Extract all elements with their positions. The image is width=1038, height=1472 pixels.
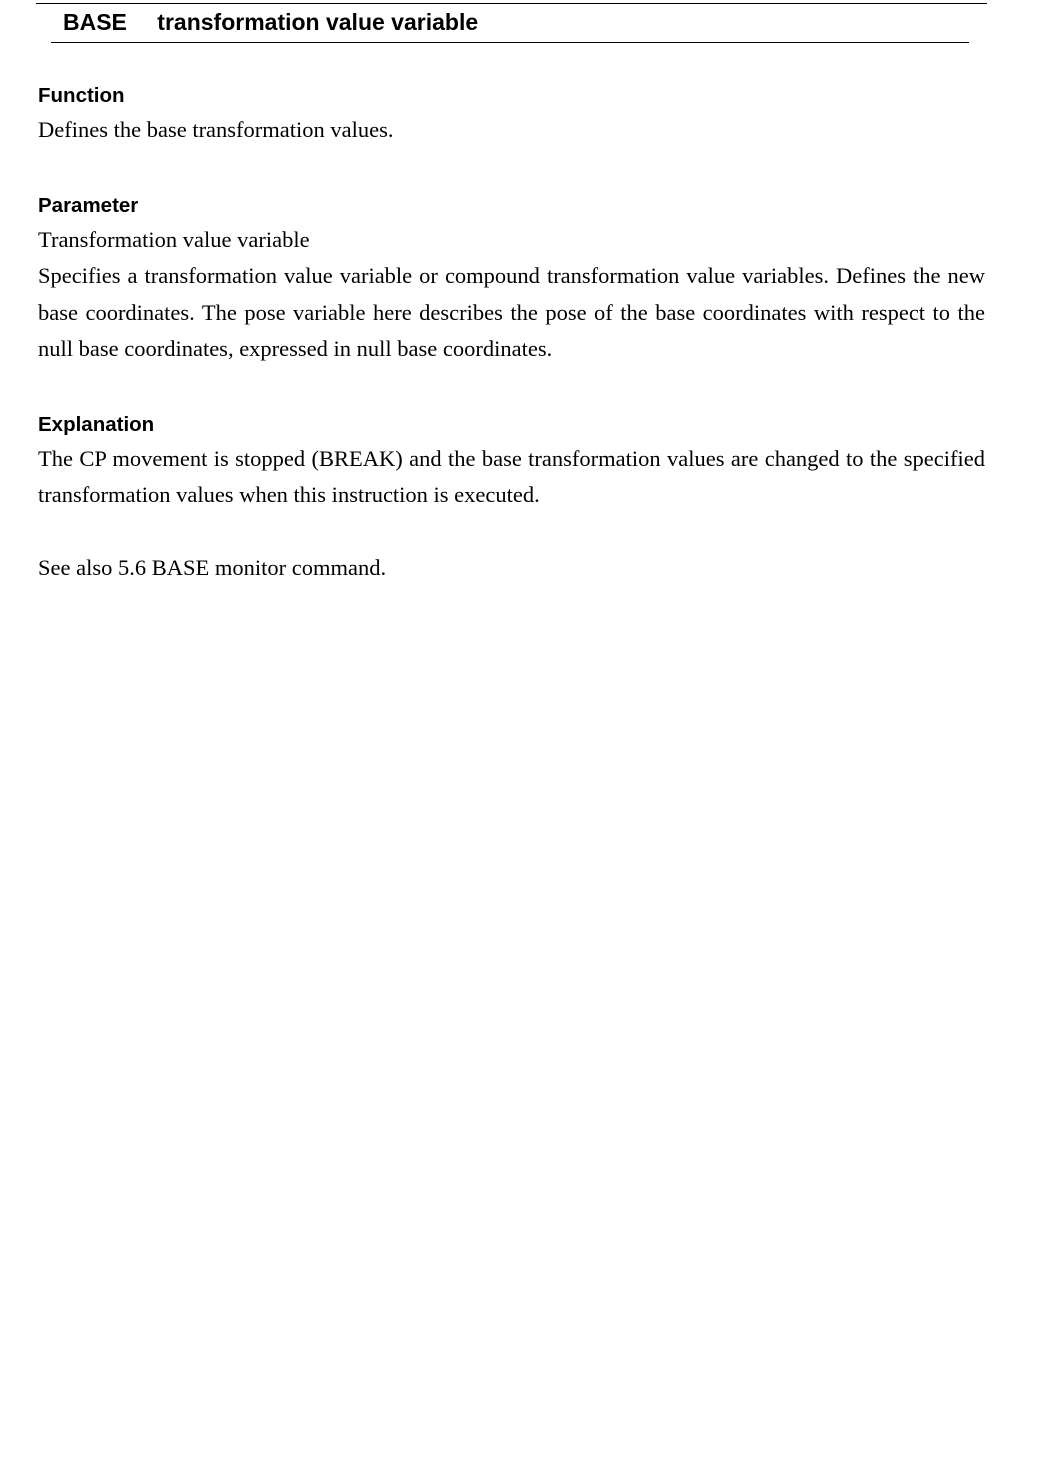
function-text: Defines the base transformation values. [38, 117, 394, 142]
header-divider [51, 42, 969, 43]
explanation-section: Explanation The CP movement is stopped (… [38, 409, 985, 587]
instruction-keyword: BASE [63, 9, 127, 35]
function-section: Function Defines the base transformation… [38, 80, 985, 149]
function-heading: Function [38, 84, 125, 107]
top-divider [36, 3, 987, 4]
parameter-heading: Parameter [38, 193, 139, 217]
see-also-text: See also 5.6 BASE monitor command. [38, 554, 387, 580]
explanation-text: The CP movement is stopped (BREAK) and t… [38, 445, 985, 508]
document-body: Function Defines the base transformation… [38, 80, 985, 586]
parameter-text: Specifies a transformation value variabl… [38, 263, 985, 361]
parameter-section: Parameter Transformation value variable … [38, 190, 985, 368]
parameter-name: Transformation value variable [38, 226, 310, 252]
explanation-heading: Explanation [38, 412, 155, 436]
instruction-header: BASE transformation value variable [63, 7, 478, 37]
instruction-parameter: transformation value variable [157, 9, 479, 35]
